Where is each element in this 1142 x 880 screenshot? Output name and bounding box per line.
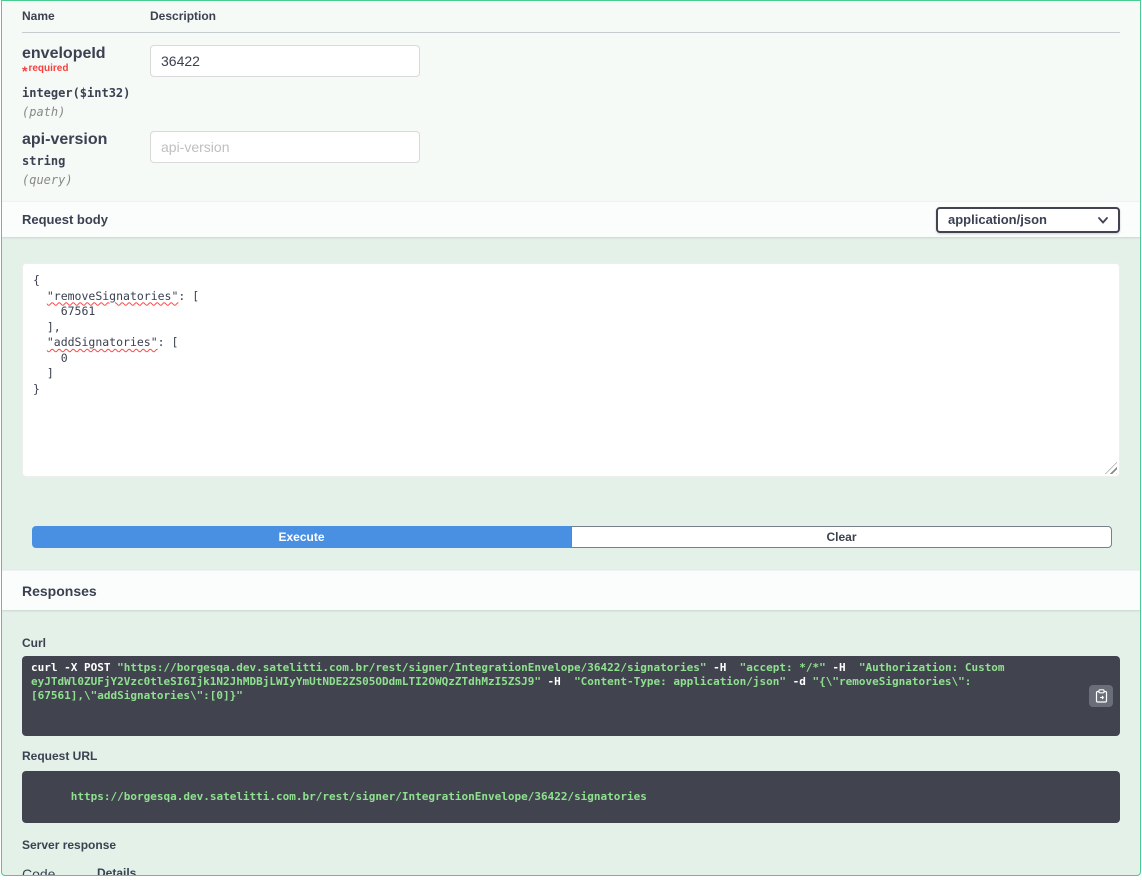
curl-label: Curl	[22, 636, 46, 650]
request-body-header: Request body application/json	[2, 201, 1140, 237]
server-response-table-header: Code Details	[22, 866, 1120, 876]
responses-section: Curl curl -X POST "https://borgesqa.dev.…	[2, 610, 1140, 876]
request-url-value: https://borgesqa.dev.satelitti.com.br/re…	[70, 790, 647, 803]
parameter-location: (path)	[22, 105, 66, 119]
parameter-name: api-version	[22, 131, 108, 148]
parameters-description-column-header: Description	[150, 9, 217, 23]
parameter-type: integer($int32)	[22, 86, 131, 100]
required-label: required	[28, 63, 69, 74]
chevron-down-icon	[1098, 216, 1108, 224]
clear-button[interactable]: Clear	[571, 526, 1112, 548]
request-body-title: Request body	[22, 212, 108, 227]
media-type-selected-value: application/json	[948, 212, 1047, 227]
request-url-label: Request URL	[22, 749, 98, 763]
clipboard-icon	[1095, 689, 1107, 703]
parameters-name-column-header: Name	[22, 9, 55, 23]
responses-header: Responses	[2, 570, 1140, 610]
parameter-row-api-version: api-version string (query)	[22, 119, 1120, 187]
parameter-meta: api-version string (query)	[22, 131, 150, 187]
details-column-header: Details	[97, 866, 137, 876]
code-column-header: Code	[22, 866, 56, 876]
required-star: *	[22, 63, 28, 79]
media-type-select[interactable]: application/json	[936, 206, 1120, 233]
request-url-block: https://borgesqa.dev.satelitti.com.br/re…	[22, 771, 1120, 823]
responses-title: Responses	[22, 582, 97, 599]
parameter-name: envelopeId *required	[22, 45, 106, 79]
execute-button[interactable]: Execute	[32, 526, 571, 548]
parameter-row-envelopeid: envelopeId *required integer($int32) (pa…	[22, 33, 1120, 119]
resize-handle-icon[interactable]	[1105, 462, 1117, 474]
parameters-section: Name Description envelopeId *required in…	[2, 1, 1140, 201]
execute-button-group: Execute Clear	[32, 526, 1112, 548]
swagger-operation-block: Name Description envelopeId *required in…	[1, 0, 1141, 876]
request-body-editor[interactable]: { "removeSignatories": [ 67561 ], "addSi…	[22, 263, 1120, 477]
copy-curl-button[interactable]	[1089, 685, 1113, 707]
request-body-editor-area: { "removeSignatories": [ 67561 ], "addSi…	[2, 237, 1140, 477]
parameter-location: (query)	[22, 173, 73, 187]
server-response-label: Server response	[22, 838, 117, 852]
parameters-table-header: Name Description	[22, 3, 1120, 33]
parameter-meta: envelopeId *required integer($int32) (pa…	[22, 45, 150, 119]
envelopeid-input[interactable]	[150, 45, 420, 77]
curl-command-block: curl -X POST "https://borgesqa.dev.satel…	[22, 656, 1120, 736]
parameter-type: string	[22, 154, 66, 168]
api-version-input[interactable]	[150, 131, 420, 163]
